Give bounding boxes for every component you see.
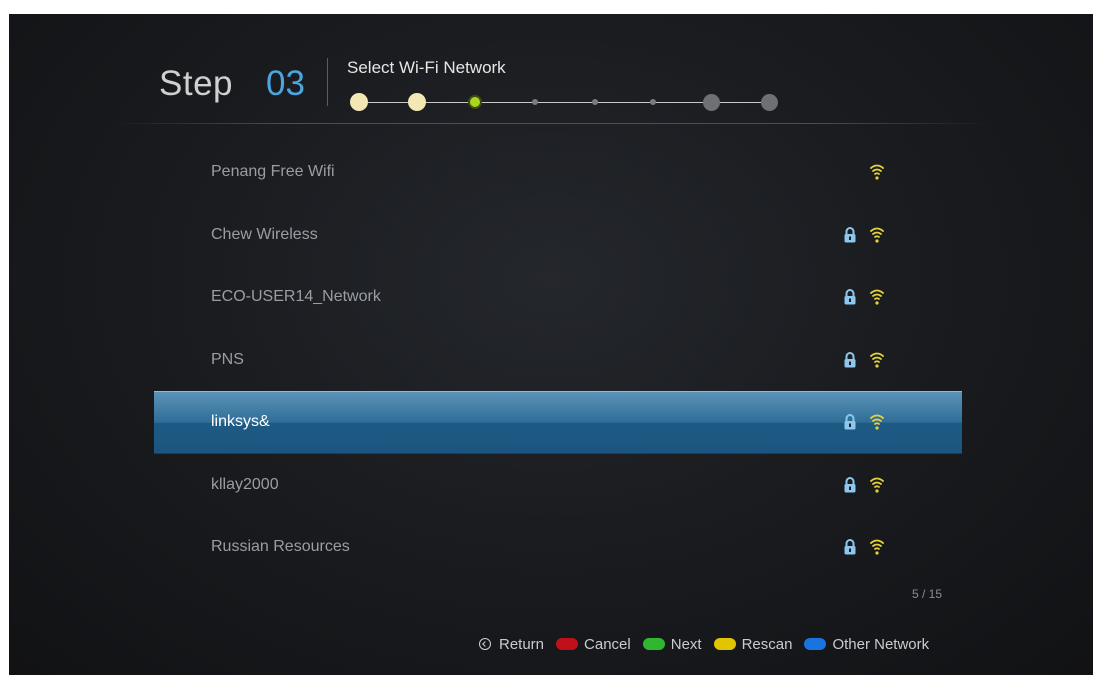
progress-step-pending xyxy=(532,99,538,105)
network-name: PNS xyxy=(211,350,244,368)
rescan-label: Rescan xyxy=(741,635,793,653)
header-divider xyxy=(327,58,328,106)
network-row[interactable]: Russian Resources xyxy=(154,516,962,579)
step-label: Step xyxy=(159,64,233,103)
progress-step-pending xyxy=(760,93,778,111)
network-name: kllay2000 xyxy=(211,475,279,493)
progress-step-pending xyxy=(650,99,656,105)
network-row[interactable]: kllay2000 xyxy=(154,454,962,517)
network-row[interactable]: Penang Free Wifi xyxy=(154,141,962,204)
progress-step-pending xyxy=(592,99,598,105)
lock-icon xyxy=(843,476,857,493)
setup-screen: Step 03 Select Wi-Fi Network Penang Free… xyxy=(9,14,1093,675)
wifi-signal-icon xyxy=(870,413,884,431)
next-label: Next xyxy=(670,635,702,653)
rescan-hint[interactable]: Rescan xyxy=(713,635,793,653)
network-row[interactable]: PNS xyxy=(154,329,962,392)
wifi-signal-icon xyxy=(870,163,884,181)
cancel-hint[interactable]: Cancel xyxy=(556,636,631,653)
progress-step-pending xyxy=(702,93,720,111)
network-row[interactable]: ECO-USER14_Network xyxy=(154,266,962,329)
lock-icon xyxy=(843,539,857,555)
return-label: Return xyxy=(499,635,545,653)
network-name: linksys& xyxy=(211,413,270,431)
lock-icon xyxy=(843,289,857,305)
footer-hints: Return Cancel Next Rescan Other Network xyxy=(479,634,929,654)
header: Step 03 Select Wi-Fi Network xyxy=(9,14,1093,124)
network-name: ECO-USER14_Network xyxy=(211,288,381,306)
cancel-label: Cancel xyxy=(584,635,631,653)
network-row[interactable]: Chew Wireless xyxy=(154,204,962,267)
progress-step-done xyxy=(408,93,426,111)
blue-button-icon xyxy=(804,638,827,650)
return-icon xyxy=(479,638,491,650)
step-progress-indicator xyxy=(347,88,787,118)
network-name: Chew Wireless xyxy=(211,225,318,243)
red-button-icon xyxy=(556,638,579,650)
lock-icon xyxy=(843,351,857,368)
return-hint[interactable]: Return xyxy=(479,636,544,653)
network-name: Penang Free Wifi xyxy=(211,163,335,181)
lock-icon xyxy=(843,226,857,243)
network-row[interactable]: linksys& xyxy=(154,391,962,454)
wifi-signal-icon xyxy=(870,226,884,244)
lock-icon xyxy=(843,414,857,430)
next-hint[interactable]: Next xyxy=(642,635,702,653)
other-network-label: Other Network xyxy=(832,635,930,653)
network-list: Penang Free Wifi Chew Wireless ECO-USER14_… xyxy=(154,141,962,579)
network-name: Russian Resources xyxy=(211,538,350,556)
progress-step-done xyxy=(350,93,368,111)
other-network-hint[interactable]: Other Network xyxy=(804,636,929,653)
wifi-signal-icon xyxy=(870,351,884,369)
wifi-signal-icon xyxy=(870,476,884,494)
wifi-signal-icon xyxy=(870,538,884,556)
progress-step-current xyxy=(468,95,482,109)
header-separator xyxy=(109,123,993,124)
wifi-signal-icon xyxy=(870,288,884,306)
page-indicator: 5 / 15 xyxy=(912,587,943,601)
green-button-icon xyxy=(642,638,665,650)
page-title: Select Wi-Fi Network xyxy=(347,58,506,77)
step-number: 03 xyxy=(266,64,305,103)
yellow-button-icon xyxy=(713,638,736,650)
